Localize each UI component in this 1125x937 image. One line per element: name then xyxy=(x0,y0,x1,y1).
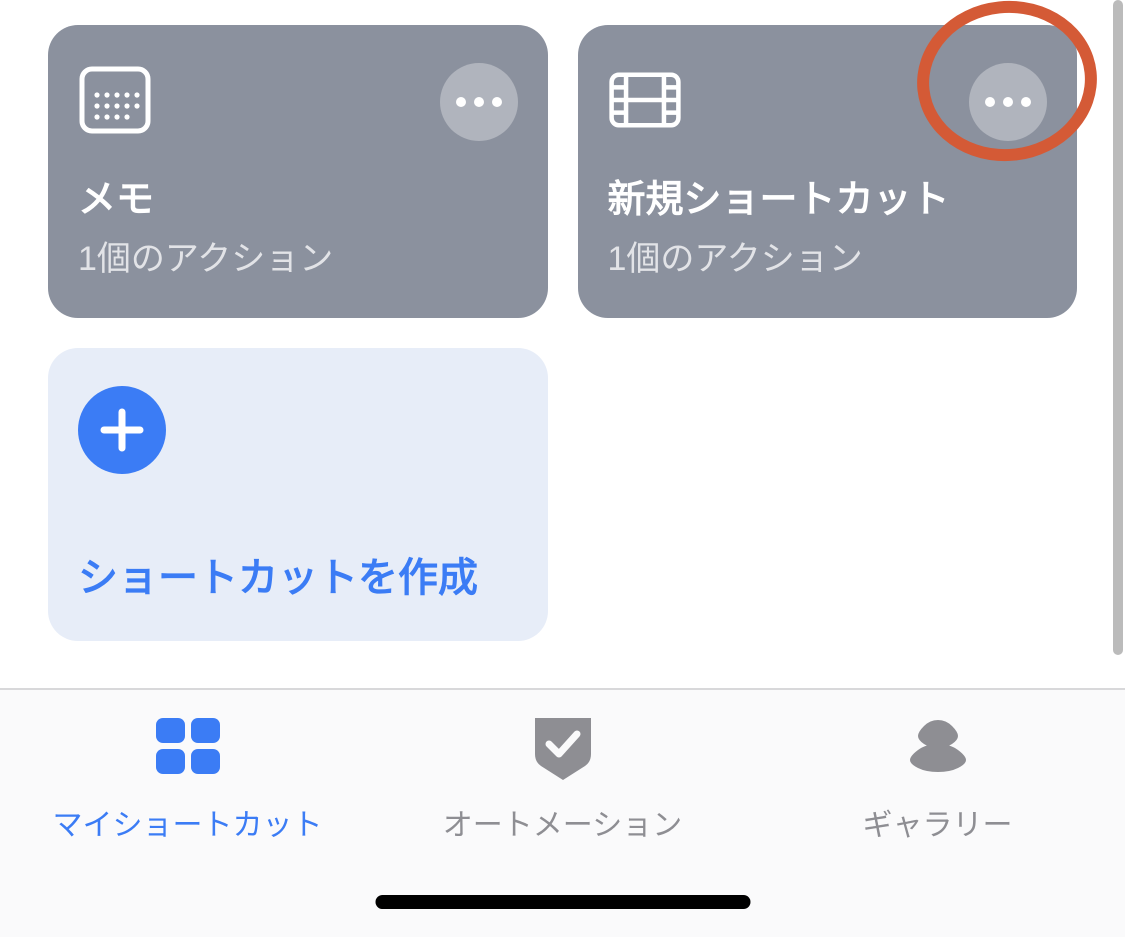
create-shortcut-card[interactable]: ショートカットを作成 xyxy=(48,348,548,641)
create-shortcut-label: ショートカットを作成 xyxy=(78,545,518,603)
shortcut-title: 新規ショートカット xyxy=(608,168,1048,223)
shortcut-card-memo[interactable]: メモ 1個のアクション xyxy=(48,25,548,318)
automation-icon xyxy=(527,710,599,782)
more-options-button[interactable] xyxy=(440,63,518,141)
tab-my-shortcuts[interactable]: マイショートカット xyxy=(2,710,373,844)
tab-label: マイショートカット xyxy=(53,800,323,844)
shortcut-title: メモ xyxy=(78,168,518,223)
shortcuts-content: メモ 1個のアクション xyxy=(0,0,1125,688)
gallery-icon xyxy=(902,710,974,782)
home-indicator[interactable] xyxy=(375,895,750,909)
calendar-icon xyxy=(78,63,152,137)
tab-gallery[interactable]: ギャラリー xyxy=(752,710,1123,844)
film-icon xyxy=(608,63,682,137)
tab-label: ギャラリー xyxy=(863,800,1013,844)
scrollbar[interactable] xyxy=(1110,0,1125,675)
tab-bar: マイショートカット オートメーション ギャラリー xyxy=(0,688,1125,937)
shortcut-subtitle: 1個のアクション xyxy=(78,231,518,280)
more-options-button[interactable] xyxy=(969,63,1047,141)
tab-label: オートメーション xyxy=(443,800,682,844)
grid-icon xyxy=(152,710,224,782)
shortcut-subtitle: 1個のアクション xyxy=(608,231,1048,280)
tab-automation[interactable]: オートメーション xyxy=(377,710,748,844)
shortcut-card-new[interactable]: 新規ショートカット 1個のアクション xyxy=(578,25,1078,318)
plus-icon xyxy=(78,386,166,474)
